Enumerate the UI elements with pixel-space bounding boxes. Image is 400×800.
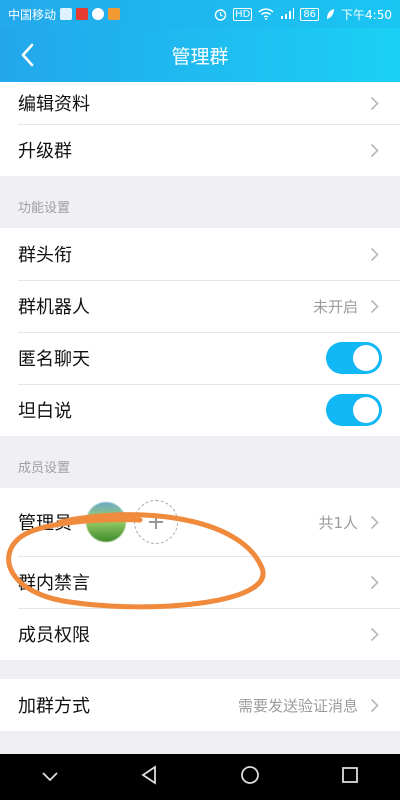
upgrade-group-label: 升级群: [18, 141, 72, 162]
member-permissions-row[interactable]: 成员权限: [0, 608, 400, 660]
nav-recents-button[interactable]: [341, 766, 359, 788]
app-notification-icon: [108, 8, 121, 20]
admin-count: 共1人: [318, 513, 358, 532]
upgrade-group-row[interactable]: 升级群: [0, 124, 400, 176]
function-section-header: 功能设置: [0, 176, 400, 228]
edit-profile-row[interactable]: 编辑资料: [0, 82, 400, 124]
add-admin-button[interactable]: [134, 500, 178, 544]
group-title-label: 群头衔: [18, 245, 72, 266]
nav-collapse-button[interactable]: [41, 768, 59, 787]
status-bar: 中国移动 HD 86 下午4:50: [0, 0, 400, 28]
chevron-right-icon: [366, 96, 382, 111]
signal-icon: [281, 8, 295, 19]
wifi-icon: [258, 8, 274, 20]
nav-back-button[interactable]: [140, 765, 158, 789]
plus-icon: [149, 515, 163, 529]
chevron-down-icon: [42, 771, 58, 781]
anonymous-chat-toggle[interactable]: [326, 342, 382, 374]
chevron-right-icon: [366, 698, 382, 713]
join-method-value: 需要发送验证消息: [237, 696, 358, 715]
group-robot-status: 未开启: [312, 297, 358, 316]
tanbai-row: 坦白说: [0, 384, 400, 436]
home-circle-icon: [240, 766, 259, 784]
tanbai-label: 坦白说: [18, 401, 72, 422]
app-header: 管理群: [0, 28, 400, 82]
tanbai-toggle[interactable]: [326, 394, 382, 426]
hd-icon: HD: [233, 7, 253, 21]
chevron-right-icon: [366, 299, 382, 314]
settings-list: 编辑资料 升级群 功能设置 群头衔 群机器人 未开启 匿名聊天 坦白说 成员设置…: [0, 82, 400, 754]
app-notification-icon: [92, 8, 105, 20]
join-section: 加群方式 需要发送验证消息: [0, 679, 400, 731]
alarm-icon: [214, 8, 227, 21]
battery-indicator: 86: [300, 7, 320, 21]
anonymous-chat-row: 匿名聊天: [0, 332, 400, 384]
member-section: 管理员 共1人 群内禁言 成员权限: [0, 488, 400, 660]
edit-profile-label: 编辑资料: [18, 94, 90, 115]
chevron-right-icon: [366, 247, 382, 262]
avatar[interactable]: [86, 502, 126, 542]
section-spacer: [0, 660, 400, 679]
member-permissions-label: 成员权限: [18, 625, 90, 646]
app-notification-icon: [76, 8, 89, 20]
group-info-section: 编辑资料 升级群: [0, 82, 400, 176]
system-nav-bar: [0, 754, 400, 800]
group-title-row[interactable]: 群头衔: [0, 228, 400, 280]
leaf-icon: [327, 9, 335, 19]
clock: 下午4:50: [341, 7, 392, 22]
chevron-right-icon: [366, 575, 382, 590]
member-section-header: 成员设置: [0, 436, 400, 488]
chevron-left-icon: [21, 43, 34, 67]
nav-home-button[interactable]: [240, 765, 260, 789]
admins-row[interactable]: 管理员 共1人: [0, 488, 400, 556]
join-method-row[interactable]: 加群方式 需要发送验证消息: [0, 679, 400, 731]
chevron-right-icon: [366, 627, 382, 642]
chevron-right-icon: [366, 515, 382, 530]
toggle-knob: [353, 345, 379, 371]
group-robot-label: 群机器人: [18, 297, 90, 318]
chevron-right-icon: [366, 143, 382, 158]
app-notification-icon: [60, 8, 73, 20]
admins-label: 管理员: [18, 513, 72, 534]
join-method-label: 加群方式: [18, 696, 90, 717]
carrier-label: 中国移动: [8, 7, 57, 22]
back-button[interactable]: [12, 38, 42, 72]
mute-label: 群内禁言: [18, 573, 90, 594]
anonymous-chat-label: 匿名聊天: [18, 349, 90, 370]
toggle-knob: [353, 397, 379, 423]
page-title: 管理群: [171, 45, 229, 68]
recents-square-icon: [342, 767, 359, 783]
function-section: 群头衔 群机器人 未开启 匿名聊天 坦白说: [0, 228, 400, 436]
mute-row[interactable]: 群内禁言: [0, 556, 400, 608]
group-robot-row[interactable]: 群机器人 未开启: [0, 280, 400, 332]
back-triangle-icon: [141, 765, 157, 785]
